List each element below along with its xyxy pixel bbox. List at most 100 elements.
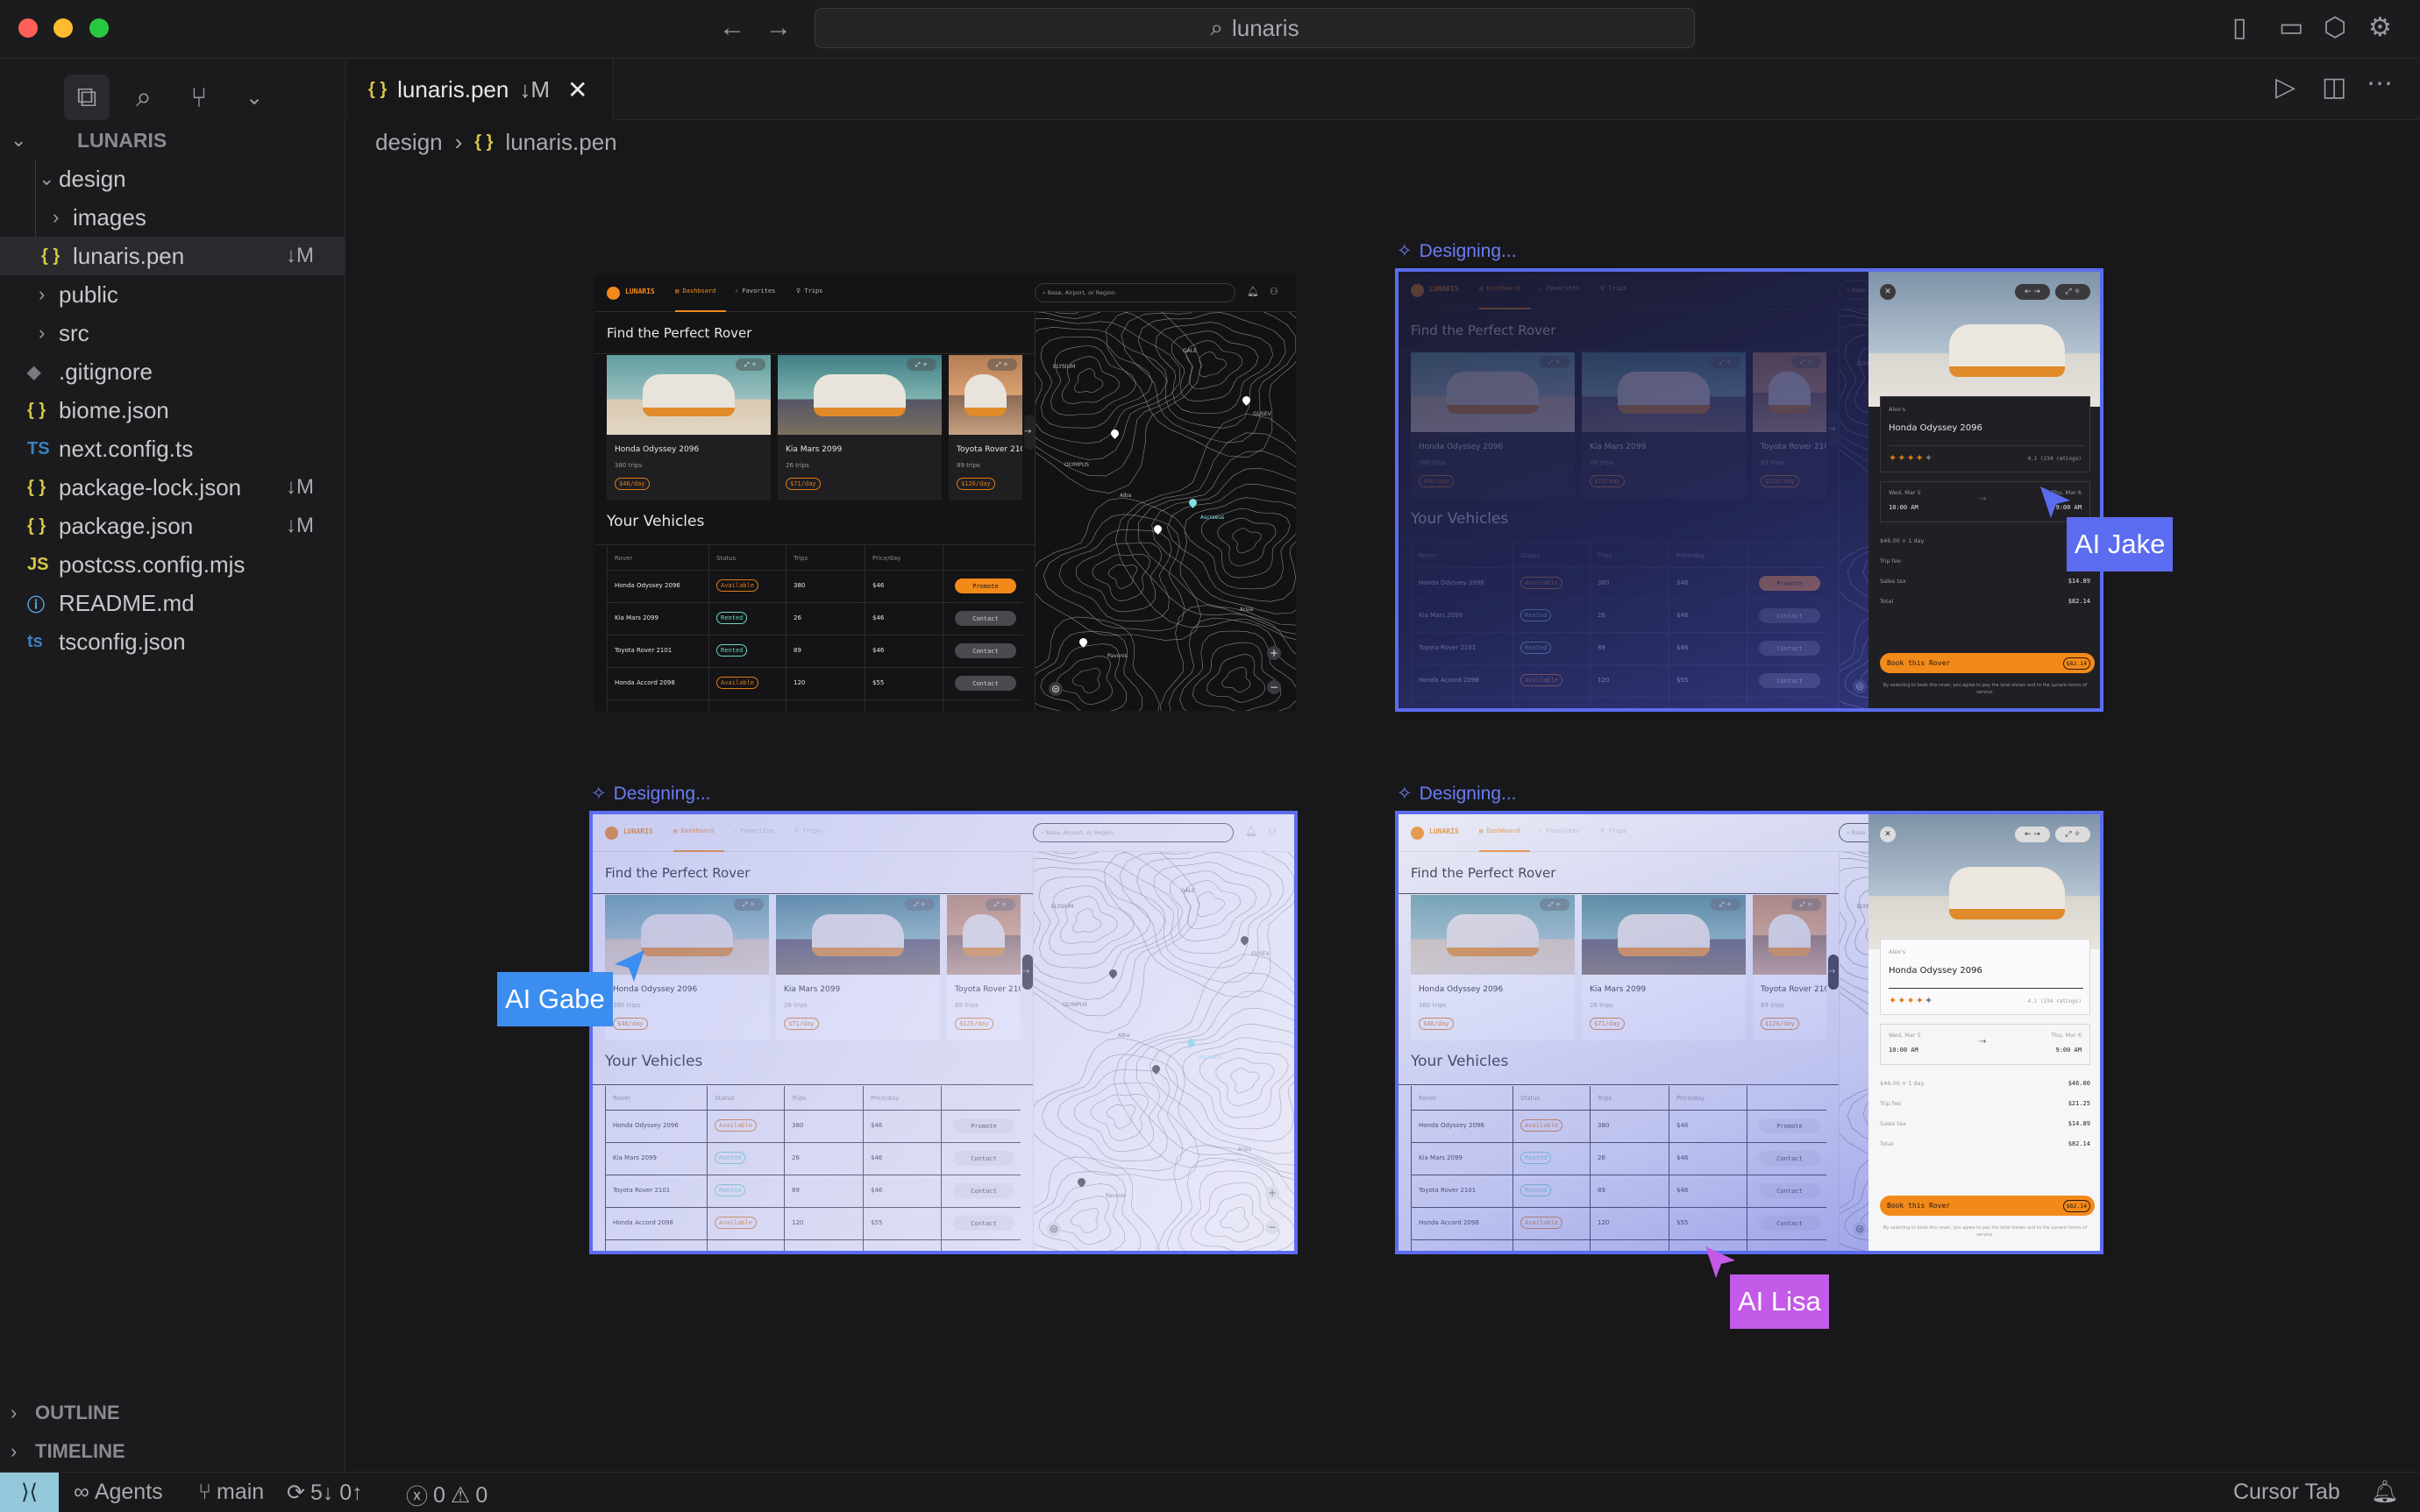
problems-item[interactable]: ⓧ 0 ⚠ 0: [406, 1480, 488, 1511]
cursor-tab-item[interactable]: Cursor Tab: [2233, 1480, 2340, 1505]
tree-item[interactable]: › src: [0, 314, 345, 352]
editor-area: { } lunaris.pen ↓M ✕ ▷ ◫ ⋯ design › { } …: [346, 59, 2420, 1472]
nav-trips[interactable]: ⚲ Trips: [796, 287, 822, 295]
rover-name: Honda Odyssey 2096: [615, 445, 700, 454]
promote-button[interactable]: Promote: [955, 579, 1016, 593]
tree-item[interactable]: ts tsconfig.json: [0, 622, 345, 661]
split-editor-icon[interactable]: ◫: [2322, 75, 2346, 101]
status-badge: Rented: [716, 612, 748, 624]
breadcrumb-folder[interactable]: design: [375, 129, 443, 156]
branch-item[interactable]: ⑂ main: [198, 1480, 264, 1505]
files-icon[interactable]: ⧉: [64, 75, 110, 120]
tree-item[interactable]: { } package-lock.json ↓M: [0, 468, 345, 507]
tree-item[interactable]: ⌄ design: [0, 160, 345, 198]
forward-arrow-icon[interactable]: →: [765, 15, 792, 41]
cell-rover: Toyota Rover 2101: [615, 647, 673, 654]
command-search-bar[interactable]: ⌕ lunaris: [815, 8, 1695, 48]
contact-button[interactable]: Contact: [955, 643, 1016, 658]
more-actions-icon[interactable]: ⋯: [2367, 71, 2393, 97]
map-label: Ascraeus: [1200, 515, 1225, 521]
selection-frame: [589, 811, 1298, 1254]
tree-item[interactable]: ⓘ README.md: [0, 584, 345, 622]
ai-cursor-arrow-icon: [2040, 486, 2070, 518]
tree-item[interactable]: { } biome.json: [0, 391, 345, 429]
sync-label: 5↓ 0↑: [310, 1480, 363, 1505]
zoom-in-button[interactable]: +: [1267, 646, 1281, 660]
rover-image: ⤢ ✧: [949, 355, 1022, 435]
bell-icon[interactable]: 🔔︎: [1247, 286, 1259, 297]
rover-card[interactable]: ⤢ ✧ Toyota Rover 2101 89 trips $126/day: [949, 355, 1022, 500]
git-status: ↓M: [286, 244, 314, 267]
contact-button[interactable]: Contact: [955, 611, 1016, 626]
nav-dashboard[interactable]: ▤ Dashboard: [675, 287, 715, 295]
git-file-icon: ◆: [27, 362, 41, 382]
contact-button[interactable]: Contact: [955, 676, 1016, 691]
breadcrumb-file[interactable]: lunaris.pen: [505, 129, 616, 156]
agents-item[interactable]: ∞ Agents: [74, 1480, 163, 1505]
close-window-button[interactable]: [18, 18, 38, 38]
timeline-section[interactable]: › TIMELINE: [0, 1432, 345, 1471]
share-favorite-icons[interactable]: ⤢ ✧: [907, 358, 936, 371]
contour-line: [1199, 351, 1227, 378]
breadcrumb: design › { } lunaris.pen: [375, 124, 617, 160]
close-tab-icon[interactable]: ✕: [567, 75, 587, 104]
map-label: Pavonis: [1107, 653, 1128, 659]
rover-card[interactable]: ⤢ ✧ Honda Odyssey 2096 380 trips $46/day: [607, 355, 771, 500]
column-header: Status: [716, 555, 737, 562]
file-name: design: [59, 165, 126, 192]
file-name: tsconfig.json: [59, 628, 186, 655]
design-frame-1[interactable]: LUNARIS ▤ Dashboard ✧ Favorites ⚲ Trips ⌕ B…: [594, 274, 1296, 711]
nav-label: Dashboard: [682, 287, 716, 295]
designing-status: ✧ Designing...: [1397, 240, 1517, 262]
tree-item[interactable]: { } package.json ↓M: [0, 507, 345, 545]
tree-item[interactable]: JS postcss.config.mjs: [0, 545, 345, 584]
file-name: lunaris.pen: [73, 242, 185, 269]
location-search-input[interactable]: ⌕ Base, Airport, or Region: [1035, 283, 1235, 302]
user-icon[interactable]: ⚇: [1270, 286, 1278, 297]
price-badge: $46/day: [615, 478, 650, 490]
back-arrow-icon[interactable]: ←: [719, 15, 745, 41]
json-file-icon: { }: [368, 79, 388, 99]
explorer-root[interactable]: ⌄ LUNARIS: [0, 121, 345, 160]
share-favorite-icons[interactable]: ⤢ ✧: [736, 358, 765, 371]
share-favorite-icons[interactable]: ⤢ ✧: [987, 358, 1017, 371]
infinity-icon: ∞: [74, 1480, 89, 1504]
nav-favorites[interactable]: ✧ Favorites: [735, 287, 775, 295]
source-control-icon[interactable]: ⑂: [176, 75, 222, 120]
search-icon[interactable]: ⌕: [121, 75, 167, 120]
maximize-window-button[interactable]: [89, 18, 109, 38]
globe-icon[interactable]: ⊜: [1049, 682, 1063, 696]
find-rover-title: Find the Perfect Rover: [607, 325, 752, 341]
rover-trips: 380 trips: [615, 462, 643, 469]
rover-card[interactable]: ⤢ ✧ Kia Mars 2099 26 trips $71/day: [778, 355, 942, 500]
cube-icon[interactable]: ⬡: [2324, 15, 2346, 41]
tab-lunaris-pen[interactable]: { } lunaris.pen ↓M ✕: [349, 59, 613, 120]
run-icon[interactable]: ▷: [2275, 75, 2295, 101]
rover-name: Kia Mars 2099: [786, 445, 843, 454]
topographic-map[interactable]: GALE ELYSIUM GUSEV OLYMPUS Alba Ascraeus Arsia…: [1035, 312, 1296, 711]
minimize-window-button[interactable]: [53, 18, 73, 38]
tree-item[interactable]: › images: [0, 198, 345, 237]
file-name: src: [59, 319, 89, 346]
outline-section[interactable]: › OUTLINE: [0, 1394, 345, 1432]
contour-line: [1071, 668, 1100, 694]
chevron-down-icon[interactable]: ⌄: [231, 75, 277, 120]
branch-label: main: [217, 1480, 265, 1504]
cell-rover: Honda Accord 2098: [615, 679, 675, 686]
tree-item[interactable]: ◆ .gitignore: [0, 352, 345, 391]
file-name: public: [59, 280, 118, 308]
tree-item[interactable]: { } lunaris.pen ↓M: [0, 237, 345, 275]
zoom-out-button[interactable]: −: [1267, 680, 1281, 694]
contour-line: [1043, 514, 1185, 632]
tree-item[interactable]: TS next.config.ts: [0, 429, 345, 468]
gear-icon[interactable]: ⚙: [2368, 15, 2392, 41]
bell-icon[interactable]: 🔔︎: [2371, 1480, 2399, 1505]
sync-item[interactable]: ⟳ 5↓ 0↑: [287, 1480, 363, 1506]
toggle-sidebar-icon[interactable]: ▯: [2232, 15, 2247, 41]
toggle-panel-icon[interactable]: ▭: [2279, 15, 2303, 41]
explorer-sidebar: ⧉ ⌕ ⑂ ⌄ ⌄ LUNARIS ⌄ design › images{ } lunaris…: [0, 59, 345, 1472]
chevron-right-icon: ›: [39, 322, 46, 344]
carousel-next-icon[interactable]: →: [1024, 415, 1035, 450]
tree-item[interactable]: › public: [0, 275, 345, 314]
remote-icon[interactable]: ⟩⟨: [0, 1473, 59, 1512]
